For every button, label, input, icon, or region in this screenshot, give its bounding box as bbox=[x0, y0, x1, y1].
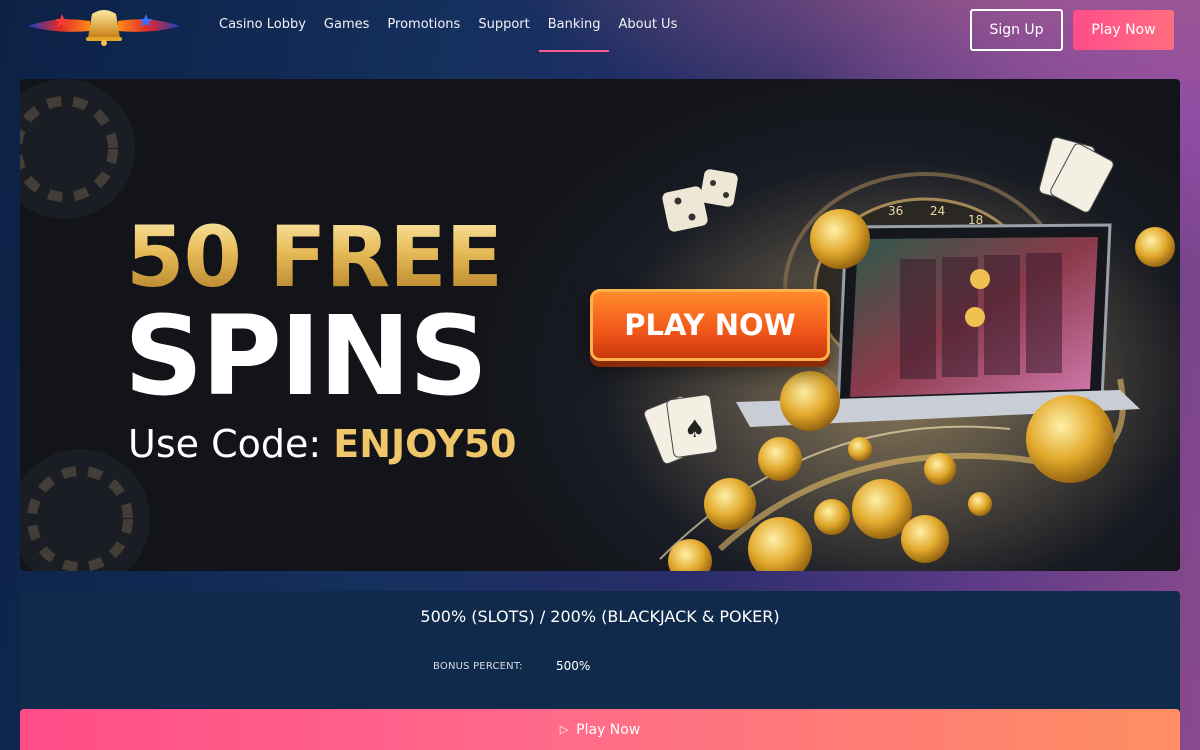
nav-item-about-us[interactable]: About Us bbox=[609, 0, 686, 52]
promo-code-label: Use Code: bbox=[128, 422, 334, 466]
promo-code-line: Use Code: ENJOY50 bbox=[128, 419, 516, 469]
play-now-header-button[interactable]: Play Now bbox=[1073, 10, 1174, 50]
nav-item-support[interactable]: Support bbox=[469, 0, 538, 52]
site-header: Casino Lobby Games Promotions Support Ba… bbox=[0, 0, 1200, 70]
svg-text:24: 24 bbox=[930, 204, 945, 218]
nav-item-banking[interactable]: Banking bbox=[538, 0, 610, 52]
svg-text:♠: ♠ bbox=[684, 415, 706, 443]
bonus-percent-label: BONUS PERCENT: bbox=[433, 660, 523, 672]
banner-play-now-button[interactable]: PLAY NOW bbox=[590, 289, 830, 361]
promo-headline-spins: SPINS bbox=[124, 292, 488, 420]
svg-text:36: 36 bbox=[888, 204, 903, 218]
nav-item-promotions[interactable]: Promotions bbox=[378, 0, 469, 52]
promo-code-value: ENJOY50 bbox=[333, 422, 517, 466]
bonus-percent-row: BONUS PERCENT: 500% bbox=[433, 659, 590, 673]
play-now-footer-button[interactable]: ▷ Play Now bbox=[20, 709, 1180, 750]
chip-left-top-icon bbox=[20, 79, 135, 219]
main-nav: Casino Lobby Games Promotions Support Ba… bbox=[210, 0, 686, 52]
nav-item-games[interactable]: Games bbox=[315, 0, 378, 52]
sign-up-button[interactable]: Sign Up bbox=[970, 9, 1063, 51]
bonus-percent-value: 500% bbox=[556, 659, 591, 673]
play-triangle-icon: ▷ bbox=[559, 723, 569, 736]
nav-item-casino-lobby[interactable]: Casino Lobby bbox=[210, 0, 315, 52]
play-now-footer-label: Play Now bbox=[576, 721, 641, 738]
liberty-bell-logo[interactable] bbox=[26, 4, 182, 48]
promo-banner[interactable]: 36 24 18 ♠ 50 FREE SPINS Use Code: ENJOY… bbox=[20, 79, 1180, 571]
bonus-title: 500% (SLOTS) / 200% (BLACKJACK & POKER) bbox=[420, 607, 780, 626]
